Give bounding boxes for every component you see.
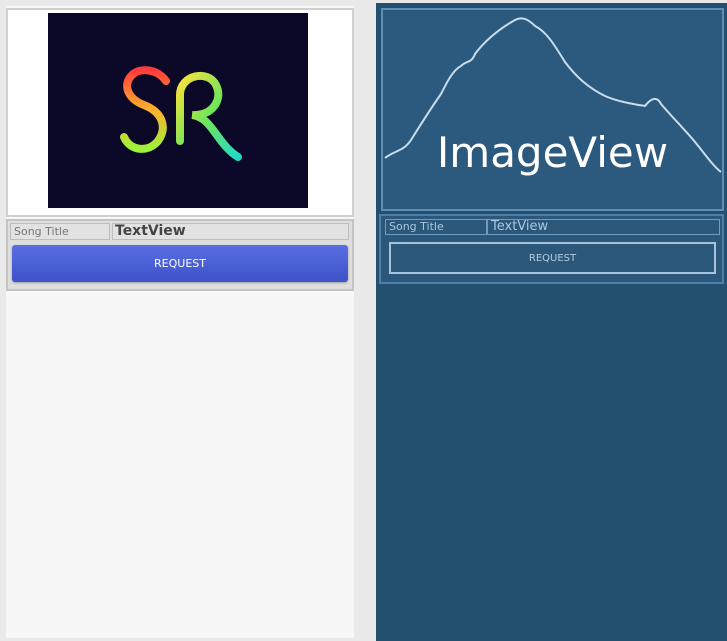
blueprint-request-button[interactable]: REQUEST [389, 242, 716, 274]
blueprint-song-title-textview: TextView [487, 219, 720, 235]
mountain-icon [384, 17, 722, 173]
design-preview: Song Title TextView REQUEST [6, 6, 354, 638]
request-button[interactable]: REQUEST [12, 245, 348, 282]
image-view-label: ImageView [436, 128, 669, 177]
sr-logo-icon [48, 13, 308, 208]
song-item-row: Song Title TextView REQUEST [6, 219, 354, 291]
song-title-textview: TextView [112, 223, 349, 240]
blueprint-preview: ImageView Song Title TextView REQUEST [376, 3, 727, 641]
song-title-label: Song Title [10, 223, 110, 240]
album-art-frame[interactable] [6, 8, 354, 217]
blueprint-song-title-label: Song Title [385, 219, 487, 235]
blueprint-image-view[interactable]: ImageView [381, 8, 724, 211]
blueprint-item-row: Song Title TextView REQUEST [379, 214, 724, 284]
